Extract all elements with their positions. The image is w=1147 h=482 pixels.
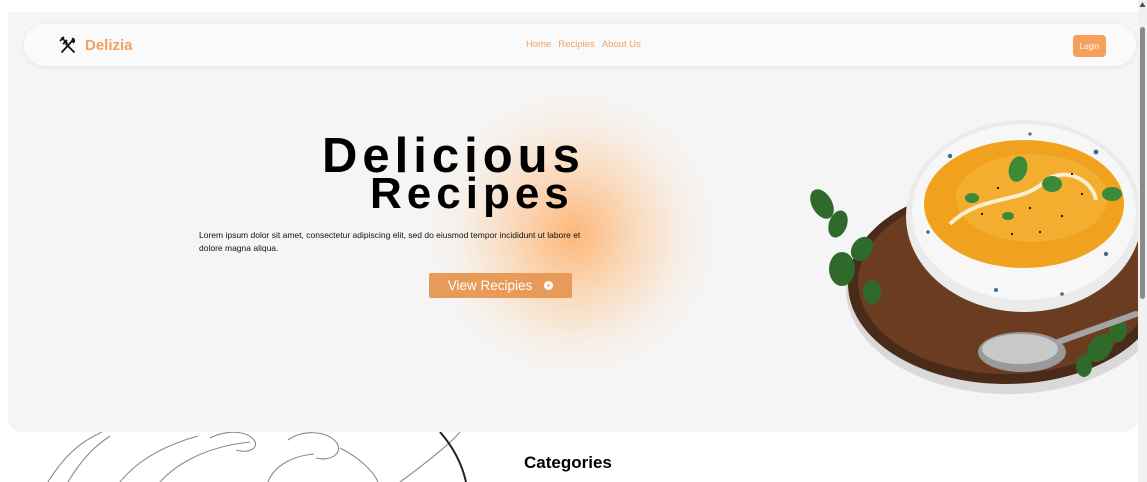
brand-name: Delizia: [85, 36, 133, 54]
hero-title-line2: Recipes: [370, 169, 574, 218]
scroll-up-arrow-icon[interactable]: [1139, 1, 1146, 8]
nav-links: Home Recipies About Us: [526, 39, 641, 50]
nav-link-home[interactable]: Home: [526, 39, 551, 50]
utensils-crossed-icon: [59, 36, 76, 53]
navbar: Delizia Home Recipies About Us Login: [24, 24, 1136, 66]
nav-link-recipies[interactable]: Recipies: [558, 39, 594, 50]
scrollbar[interactable]: [1138, 0, 1147, 482]
nav-link-about-us[interactable]: About Us: [602, 39, 641, 50]
login-button[interactable]: Login: [1073, 35, 1106, 57]
view-recipies-label: View Recipies: [447, 278, 533, 293]
categories-title: Categories: [524, 453, 612, 472]
hero-section: Delizia Home Recipies About Us Login Del…: [8, 12, 1138, 432]
scrollbar-thumb[interactable]: [1140, 27, 1145, 299]
brand[interactable]: Delizia: [58, 35, 133, 55]
soup-bowl-image: [810, 120, 1138, 394]
hero-description: Lorem ipsum dolor sit amet, consectetur …: [199, 230, 581, 253]
view-recipies-button[interactable]: View Recipies: [429, 273, 572, 298]
play-circle-icon: [544, 281, 554, 290]
plate-sketch-illustration: [47, 432, 467, 482]
